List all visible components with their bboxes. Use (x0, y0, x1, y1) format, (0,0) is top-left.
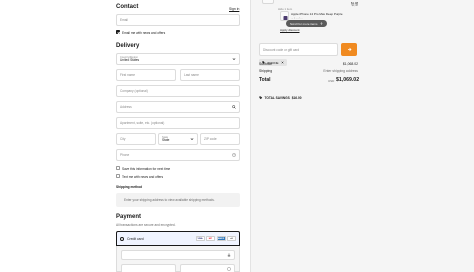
last-name-field[interactable]: Last name (180, 69, 240, 81)
total-savings: TOTAL SAVINGS $16.00 (259, 96, 302, 100)
country-select[interactable]: Country/Region United States (116, 53, 240, 65)
card-brand-6-icon: +6 (227, 236, 236, 241)
phone-placeholder: Phone (120, 153, 130, 157)
card-brand-amex-icon: AMEX (216, 236, 226, 241)
apply-discount-button[interactable] (341, 43, 357, 56)
order-summary (250, 0, 474, 272)
zip-placeholder: ZIP code (204, 137, 217, 141)
arrow-down-icon (319, 22, 323, 25)
product-thumb-prev (262, 0, 274, 4)
payment-subtext: All transactions are secure and encrypte… (116, 223, 176, 227)
scroll-more-pill[interactable]: Scroll for more items (286, 20, 327, 27)
credit-card-option[interactable]: Credit card VISA MC AMEX +6 (116, 231, 240, 246)
email-field[interactable]: Email (116, 14, 240, 26)
total-currency: USD (328, 78, 335, 83)
total-value: $1,069.02 (336, 77, 360, 83)
card-details-area (116, 246, 240, 272)
email-news-checkbox[interactable] (116, 30, 120, 34)
card-number-field[interactable] (121, 250, 235, 260)
top-price-sub: $1,38 (351, 4, 359, 7)
text-news-label: Text me with news and offers (122, 174, 164, 179)
shipping-label: Shipping (259, 69, 273, 73)
expiry-field[interactable] (121, 264, 176, 272)
company-field[interactable]: Company (optional) (116, 85, 240, 97)
total-label: Total (259, 77, 271, 83)
chevron-down-icon (190, 138, 194, 140)
shipping-value: Enter shipping address (323, 69, 358, 73)
country-value: United States (120, 58, 140, 62)
discount-input[interactable]: Discount code or gift card (259, 43, 338, 56)
signin-link[interactable]: Sign in (229, 7, 239, 11)
shipping-heading: Shipping method (116, 185, 143, 189)
subtotal-value: $1,068.02 (342, 62, 358, 66)
search-icon (232, 105, 236, 109)
email-news-label: Email me with news and offers (122, 30, 166, 35)
text-news-checkbox[interactable] (116, 174, 120, 178)
address-placeholder: Address (120, 105, 132, 109)
delivery-heading: Delivery (116, 43, 140, 49)
shipping-notice: Enter your shipping address to view avai… (116, 193, 240, 207)
tag-icon (259, 96, 263, 100)
first-name-field[interactable]: First name (116, 69, 176, 81)
state-value: State (162, 138, 170, 142)
arrow-right-icon (347, 47, 351, 52)
city-field[interactable]: City (116, 133, 156, 145)
discount-placeholder: Discount code or gift card (263, 47, 300, 52)
subtotal-label: Subtotal (259, 62, 272, 66)
first-name-placeholder: First name (120, 73, 136, 77)
apply-discount-link[interactable]: Apply discount (280, 28, 300, 32)
savings-label: TOTAL SAVINGS (264, 96, 290, 100)
card-brand-mc-icon: MC (206, 236, 215, 241)
credit-card-label: Credit card (127, 236, 144, 241)
scroll-pill-label: Scroll for more items (290, 21, 318, 26)
close-icon[interactable] (280, 61, 284, 64)
address-field[interactable]: Address (116, 101, 240, 113)
apartment-placeholder: Apartment, suite, etc. (optional) (120, 121, 165, 125)
contact-heading: Contact (116, 4, 139, 10)
zip-field[interactable]: ZIP code (200, 133, 240, 145)
card-brand-visa-icon: VISA (195, 236, 205, 241)
apartment-field[interactable]: Apartment, suite, etc. (optional) (116, 117, 240, 129)
chevron-down-icon (232, 58, 236, 60)
company-placeholder: Company (optional) (120, 89, 148, 93)
phone-field[interactable]: Phone ? (116, 149, 240, 161)
help-icon[interactable]: ? (232, 153, 236, 157)
savings-value: $16.00 (291, 96, 302, 100)
shipping-notice-text: Enter your shipping address to view avai… (124, 198, 215, 202)
help-icon[interactable] (227, 267, 231, 271)
last-name-placeholder: Last name (184, 73, 199, 77)
email-placeholder: Email (120, 18, 128, 22)
save-info-checkbox[interactable] (116, 166, 120, 170)
card-brand-icons: VISA MC AMEX +6 (195, 236, 236, 241)
credit-card-radio[interactable] (120, 236, 124, 241)
save-info-label: Save this information for next time (122, 166, 171, 171)
city-placeholder: City (120, 137, 126, 141)
payment-heading: Payment (116, 214, 142, 220)
cvv-field[interactable] (180, 264, 235, 272)
state-select[interactable]: State State (158, 133, 198, 145)
lock-icon (227, 253, 231, 257)
